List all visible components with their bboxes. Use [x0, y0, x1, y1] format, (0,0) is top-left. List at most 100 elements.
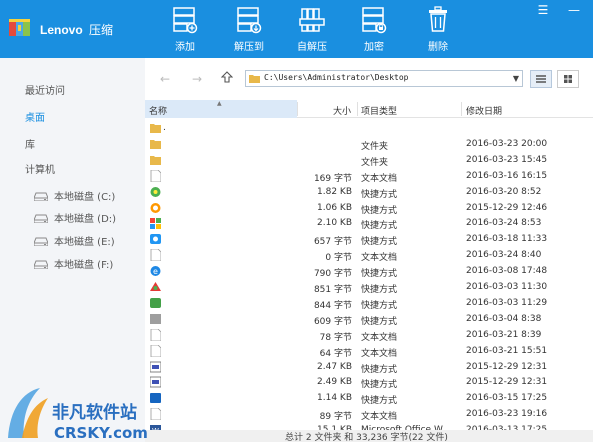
app-title: Lenovo 压缩: [40, 21, 113, 38]
column-name[interactable]: 名称: [149, 104, 167, 117]
column-size[interactable]: 大小: [333, 104, 351, 117]
sidebar-item-desktop[interactable]: 桌面: [25, 109, 45, 124]
delete-label: 删除: [428, 42, 448, 53]
file-date: 2015-12-29 12:31: [466, 377, 548, 388]
vertical-scrollbar[interactable]: [580, 118, 593, 430]
sidebar-disk-d[interactable]: 本地磁盘 (D:): [34, 210, 117, 225]
file-type: 快捷方式: [361, 380, 398, 391]
file-type: 快捷方式: [361, 269, 398, 280]
file-row[interactable]: 78 字节 文本文档 2016-03-21 8:39: [145, 327, 593, 343]
txt-file-icon: [150, 344, 162, 357]
file-row[interactable]: 169 字节 文本文档 2016-03-16 16:15: [145, 168, 593, 184]
file-row[interactable]: 851 字节 快捷方式 2016-03-03 11:30: [145, 279, 593, 295]
file-row[interactable]: 1.82 KB 快捷方式 2016-03-20 8:52: [145, 184, 593, 200]
file-date: 2016-03-23 20:00: [466, 138, 548, 149]
column-type[interactable]: 项目类型: [361, 104, 397, 117]
extract-to-label: 解压到: [234, 42, 264, 53]
file-row[interactable]: 89 字节 文本文档 2016-03-23 19:16: [145, 406, 593, 422]
file-size: 78 字节: [319, 332, 352, 343]
status-bar: 总计 2 文件夹 和 33,236 字节(22 文件): [145, 430, 593, 442]
sidebar-disk-f[interactable]: 本地磁盘 (F:): [34, 256, 114, 271]
file-row[interactable]: 657 字节 快捷方式 2016-03-18 11:33: [145, 231, 593, 247]
add-button[interactable]: 添加: [161, 6, 209, 54]
extract-to-button[interactable]: 解压到: [225, 6, 273, 54]
sidebar-disk-e[interactable]: 本地磁盘 (E:): [34, 233, 115, 248]
file-size: 2.10 KB: [317, 218, 352, 229]
file-date: 2016-03-08 17:48: [466, 266, 548, 277]
file-date: 2016-03-16 16:15: [466, 170, 548, 181]
red-file-icon: [150, 281, 161, 293]
address-bar[interactable]: C:\Users\Administrator\Desktop ▼: [245, 70, 523, 87]
file-type: 快捷方式: [361, 189, 398, 200]
watermark-title: 非凡软件站: [52, 402, 137, 423]
sidebar-item-library[interactable]: 库: [25, 136, 35, 151]
file-size: 657 字节: [313, 237, 352, 248]
file-row[interactable]: 2.47 KB 快捷方式 2015-12-29 12:31: [145, 359, 593, 375]
file-row[interactable]: e 790 字节 快捷方式 2016-03-08 17:48: [145, 263, 593, 279]
exe-file-icon: [149, 361, 162, 373]
delete-icon: [429, 6, 447, 32]
file-row[interactable]: 1.14 KB 快捷方式 2016-03-15 17:25: [145, 390, 593, 406]
file-size: 1.14 KB: [317, 393, 352, 404]
file-type: 快捷方式: [361, 396, 398, 407]
folder-file-icon: [150, 138, 161, 150]
green-file-icon: [150, 186, 161, 198]
file-type: 快捷方式: [361, 205, 398, 216]
self-extract-button[interactable]: 自解压: [288, 6, 336, 54]
file-row[interactable]: 2.49 KB 快捷方式 2015-12-29 12:31: [145, 374, 593, 390]
file-name: .: [163, 123, 166, 133]
sidebar-disk-c[interactable]: 本地磁盘 (C:): [34, 188, 115, 203]
file-row[interactable]: 1.06 KB 快捷方式 2015-12-29 12:46: [145, 200, 593, 216]
winrar-logo-icon: [9, 19, 30, 36]
file-type: 文本文档: [361, 412, 398, 423]
hard-disk-icon: [34, 214, 48, 223]
file-row[interactable]: 文件夹 2016-03-23 20:00: [145, 136, 593, 152]
disk-label: 本地磁盘 (D:): [54, 214, 117, 225]
file-size: 851 字节: [313, 285, 352, 295]
file-row[interactable]: W15.1 KBMicrosoft Office W2016-03-13 17:…: [145, 422, 593, 430]
file-row[interactable]: 844 字节 快捷方式 2016-03-03 11:29: [145, 295, 593, 311]
file-date: 2016-03-04 8:38: [466, 313, 542, 324]
file-list-header: ▲ 名称 大小 项目类型 修改日期: [145, 100, 593, 118]
file-date: 2016-03-24 8:40: [466, 250, 542, 261]
txt-file-icon: [150, 169, 162, 183]
delete-button[interactable]: 删除: [414, 6, 462, 54]
top-toolbar: Lenovo 压缩 添加 解压到 自解压 加密 删除 ☰ —: [0, 0, 593, 58]
file-type: 文件夹: [361, 141, 389, 152]
hard-disk-icon: [34, 260, 48, 269]
file-type: 文件夹: [361, 157, 389, 168]
file-type: 文本文档: [361, 253, 398, 264]
file-row[interactable]: 609 字节 快捷方式 2016-03-04 8:38: [145, 311, 593, 327]
column-date[interactable]: 修改日期: [466, 104, 502, 117]
add-archive-icon: [173, 7, 198, 34]
disk-label: 本地磁盘 (F:): [54, 260, 114, 271]
file-date: 2015-12-29 12:31: [466, 361, 548, 372]
grid-view-button[interactable]: [557, 70, 579, 88]
gray-file-icon: [150, 313, 161, 325]
file-date: 2016-03-23 19:16: [466, 409, 548, 420]
file-row[interactable]: 0 字节 文本文档 2016-03-24 8:40: [145, 247, 593, 263]
multi-file-icon: [150, 217, 161, 230]
svg-text:e: e: [153, 267, 158, 276]
list-view-button[interactable]: [530, 70, 552, 88]
file-size: 89 字节: [319, 412, 352, 423]
file-size: 1.82 KB: [317, 186, 352, 197]
self-extract-label: 自解压: [297, 42, 327, 53]
menu-button[interactable]: ☰: [534, 3, 552, 17]
sidebar-item-recent[interactable]: 最近访问: [25, 82, 65, 97]
disk-label: 本地磁盘 (E:): [54, 237, 115, 248]
file-row[interactable]: 64 字节 文本文档 2016-03-21 15:51: [145, 343, 593, 359]
up-folder-icon[interactable]: [219, 71, 235, 87]
dropdown-arrow-icon[interactable]: ▼: [513, 74, 519, 83]
file-row[interactable]: 文件夹 2016-03-23 15:45: [145, 152, 593, 168]
file-type: 文本文档: [361, 332, 398, 343]
navigation-bar: ← → C:\Users\Administrator\Desktop ▼: [145, 58, 593, 100]
forward-arrow-icon[interactable]: →: [189, 71, 205, 87]
sidebar-item-computer[interactable]: 计算机: [25, 161, 55, 176]
encrypt-button[interactable]: 加密: [350, 6, 398, 54]
file-row[interactable]: 2.10 KB 快捷方式 2016-03-24 8:53: [145, 215, 593, 231]
file-row[interactable]: .: [145, 120, 593, 136]
minimize-button[interactable]: —: [565, 3, 583, 17]
add-label: 添加: [175, 42, 195, 53]
back-arrow-icon[interactable]: ←: [157, 71, 173, 87]
